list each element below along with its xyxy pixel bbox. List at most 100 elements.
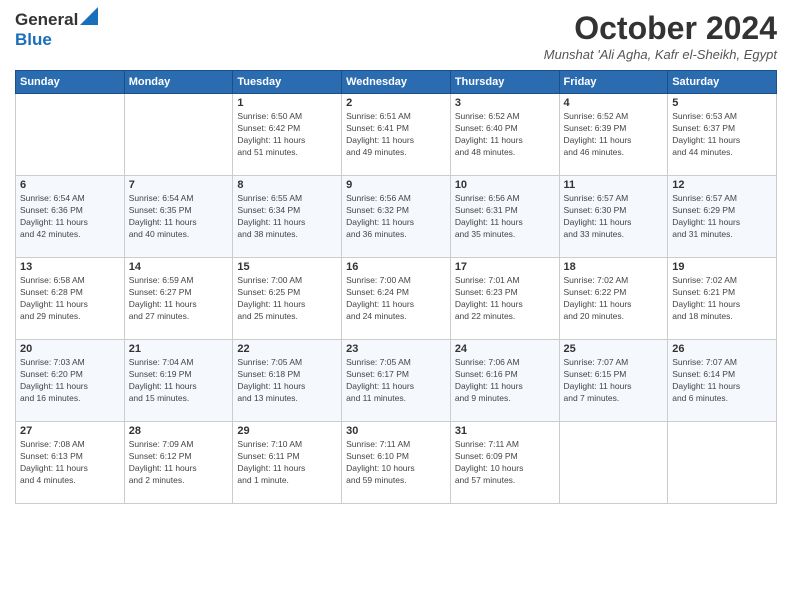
day-number: 22 (237, 343, 337, 355)
day-info: Sunrise: 7:11 AM Sunset: 6:09 PM Dayligh… (455, 439, 555, 487)
day-number: 11 (564, 179, 664, 191)
day-info: Sunrise: 7:06 AM Sunset: 6:16 PM Dayligh… (455, 357, 555, 405)
col-header-tuesday: Tuesday (233, 71, 342, 94)
day-info: Sunrise: 7:02 AM Sunset: 6:22 PM Dayligh… (564, 275, 664, 323)
day-number: 4 (564, 97, 664, 109)
day-number: 20 (20, 343, 120, 355)
day-cell: 6Sunrise: 6:54 AM Sunset: 6:36 PM Daylig… (16, 176, 125, 258)
day-cell: 15Sunrise: 7:00 AM Sunset: 6:25 PM Dayli… (233, 258, 342, 340)
day-number: 29 (237, 425, 337, 437)
day-cell: 11Sunrise: 6:57 AM Sunset: 6:30 PM Dayli… (559, 176, 668, 258)
day-cell (559, 422, 668, 504)
day-info: Sunrise: 7:03 AM Sunset: 6:20 PM Dayligh… (20, 357, 120, 405)
day-number: 9 (346, 179, 446, 191)
day-cell: 21 Sunrise: 7:04 AM Sunset: 6:19 PM Dayli… (124, 340, 233, 422)
day-info: Sunrise: 6:59 AM Sunset: 6:27 PM Dayligh… (129, 275, 229, 323)
day-info: Sunrise: 6:56 AM Sunset: 6:31 PM Dayligh… (455, 193, 555, 241)
day-number: 31 (455, 425, 555, 437)
day-number: 6 (20, 179, 120, 191)
day-cell: 25 Sunrise: 7:07 AM Sunset: 6:15 PM Dayli… (559, 340, 668, 422)
day-cell: 1 Sunrise: 6:50 AM Sunset: 6:42 PM Daylig… (233, 94, 342, 176)
day-info: Sunrise: 7:05 AM Sunset: 6:18 PM Dayligh… (237, 357, 337, 405)
day-cell: 20 Sunrise: 7:03 AM Sunset: 6:20 PM Dayli… (16, 340, 125, 422)
day-cell: 22 Sunrise: 7:05 AM Sunset: 6:18 PM Dayli… (233, 340, 342, 422)
day-number: 2 (346, 97, 446, 109)
day-info: Sunrise: 6:55 AM Sunset: 6:34 PM Dayligh… (237, 193, 337, 241)
day-info: Sunrise: 6:54 AM Sunset: 6:35 PM Dayligh… (129, 193, 229, 241)
day-number: 27 (20, 425, 120, 437)
col-header-saturday: Saturday (668, 71, 777, 94)
calendar-header-row: SundayMondayTuesdayWednesdayThursdayFrid… (16, 71, 777, 94)
logo: General Blue (15, 10, 98, 50)
day-cell (124, 94, 233, 176)
day-number: 28 (129, 425, 229, 437)
col-header-friday: Friday (559, 71, 668, 94)
day-info: Sunrise: 7:07 AM Sunset: 6:14 PM Dayligh… (672, 357, 772, 405)
day-number: 23 (346, 343, 446, 355)
day-cell: 26 Sunrise: 7:07 AM Sunset: 6:14 PM Dayli… (668, 340, 777, 422)
day-cell: 23 Sunrise: 7:05 AM Sunset: 6:17 PM Dayli… (342, 340, 451, 422)
day-number: 18 (564, 261, 664, 273)
calendar-table: SundayMondayTuesdayWednesdayThursdayFrid… (15, 70, 777, 504)
day-info: Sunrise: 6:50 AM Sunset: 6:42 PM Dayligh… (237, 111, 337, 159)
day-cell: 8 Sunrise: 6:55 AM Sunset: 6:34 PM Daylig… (233, 176, 342, 258)
day-number: 13 (20, 261, 120, 273)
day-number: 7 (129, 179, 229, 191)
week-row-1: 1 Sunrise: 6:50 AM Sunset: 6:42 PM Daylig… (16, 94, 777, 176)
day-number: 26 (672, 343, 772, 355)
day-info: Sunrise: 7:02 AM Sunset: 6:21 PM Dayligh… (672, 275, 772, 323)
day-cell: 3 Sunrise: 6:52 AM Sunset: 6:40 PM Daylig… (450, 94, 559, 176)
day-cell: 14 Sunrise: 6:59 AM Sunset: 6:27 PM Dayli… (124, 258, 233, 340)
col-header-thursday: Thursday (450, 71, 559, 94)
week-row-3: 13Sunrise: 6:58 AM Sunset: 6:28 PM Dayli… (16, 258, 777, 340)
day-number: 21 (129, 343, 229, 355)
header: General Blue October 2024 Munshat 'Ali A… (15, 10, 777, 62)
logo-general: General (15, 10, 78, 30)
day-cell: 7 Sunrise: 6:54 AM Sunset: 6:35 PM Daylig… (124, 176, 233, 258)
month-title: October 2024 (544, 10, 777, 47)
day-info: Sunrise: 7:04 AM Sunset: 6:19 PM Dayligh… (129, 357, 229, 405)
day-cell: 18 Sunrise: 7:02 AM Sunset: 6:22 PM Dayli… (559, 258, 668, 340)
day-number: 30 (346, 425, 446, 437)
day-cell: 4Sunrise: 6:52 AM Sunset: 6:39 PM Daylig… (559, 94, 668, 176)
logo-icon (80, 7, 98, 25)
day-number: 19 (672, 261, 772, 273)
day-cell: 2 Sunrise: 6:51 AM Sunset: 6:41 PM Daylig… (342, 94, 451, 176)
day-cell: 24Sunrise: 7:06 AM Sunset: 6:16 PM Dayli… (450, 340, 559, 422)
day-number: 3 (455, 97, 555, 109)
day-number: 8 (237, 179, 337, 191)
day-number: 16 (346, 261, 446, 273)
day-number: 14 (129, 261, 229, 273)
day-number: 12 (672, 179, 772, 191)
week-row-2: 6Sunrise: 6:54 AM Sunset: 6:36 PM Daylig… (16, 176, 777, 258)
day-cell: 12 Sunrise: 6:57 AM Sunset: 6:29 PM Dayli… (668, 176, 777, 258)
day-info: Sunrise: 7:10 AM Sunset: 6:11 PM Dayligh… (237, 439, 337, 487)
day-info: Sunrise: 7:08 AM Sunset: 6:13 PM Dayligh… (20, 439, 120, 487)
week-row-4: 20 Sunrise: 7:03 AM Sunset: 6:20 PM Dayli… (16, 340, 777, 422)
day-info: Sunrise: 7:05 AM Sunset: 6:17 PM Dayligh… (346, 357, 446, 405)
logo-blue: Blue (15, 30, 52, 49)
title-block: October 2024 Munshat 'Ali Agha, Kafr el-… (544, 10, 777, 62)
day-info: Sunrise: 6:52 AM Sunset: 6:40 PM Dayligh… (455, 111, 555, 159)
day-info: Sunrise: 7:00 AM Sunset: 6:25 PM Dayligh… (237, 275, 337, 323)
day-cell: 17Sunrise: 7:01 AM Sunset: 6:23 PM Dayli… (450, 258, 559, 340)
day-cell (16, 94, 125, 176)
day-cell: 13Sunrise: 6:58 AM Sunset: 6:28 PM Dayli… (16, 258, 125, 340)
day-cell: 10Sunrise: 6:56 AM Sunset: 6:31 PM Dayli… (450, 176, 559, 258)
location: Munshat 'Ali Agha, Kafr el-Sheikh, Egypt (544, 47, 777, 62)
day-number: 25 (564, 343, 664, 355)
day-cell: 19 Sunrise: 7:02 AM Sunset: 6:21 PM Dayli… (668, 258, 777, 340)
day-info: Sunrise: 6:51 AM Sunset: 6:41 PM Dayligh… (346, 111, 446, 159)
day-cell: 5Sunrise: 6:53 AM Sunset: 6:37 PM Daylig… (668, 94, 777, 176)
day-cell (668, 422, 777, 504)
day-info: Sunrise: 6:56 AM Sunset: 6:32 PM Dayligh… (346, 193, 446, 241)
day-info: Sunrise: 7:07 AM Sunset: 6:15 PM Dayligh… (564, 357, 664, 405)
day-cell: 28 Sunrise: 7:09 AM Sunset: 6:12 PM Dayli… (124, 422, 233, 504)
day-info: Sunrise: 7:00 AM Sunset: 6:24 PM Dayligh… (346, 275, 446, 323)
day-number: 1 (237, 97, 337, 109)
day-cell: 27 Sunrise: 7:08 AM Sunset: 6:13 PM Dayli… (16, 422, 125, 504)
week-row-5: 27 Sunrise: 7:08 AM Sunset: 6:13 PM Dayli… (16, 422, 777, 504)
day-info: Sunrise: 7:09 AM Sunset: 6:12 PM Dayligh… (129, 439, 229, 487)
day-info: Sunrise: 6:57 AM Sunset: 6:29 PM Dayligh… (672, 193, 772, 241)
day-cell: 29 Sunrise: 7:10 AM Sunset: 6:11 PM Dayli… (233, 422, 342, 504)
